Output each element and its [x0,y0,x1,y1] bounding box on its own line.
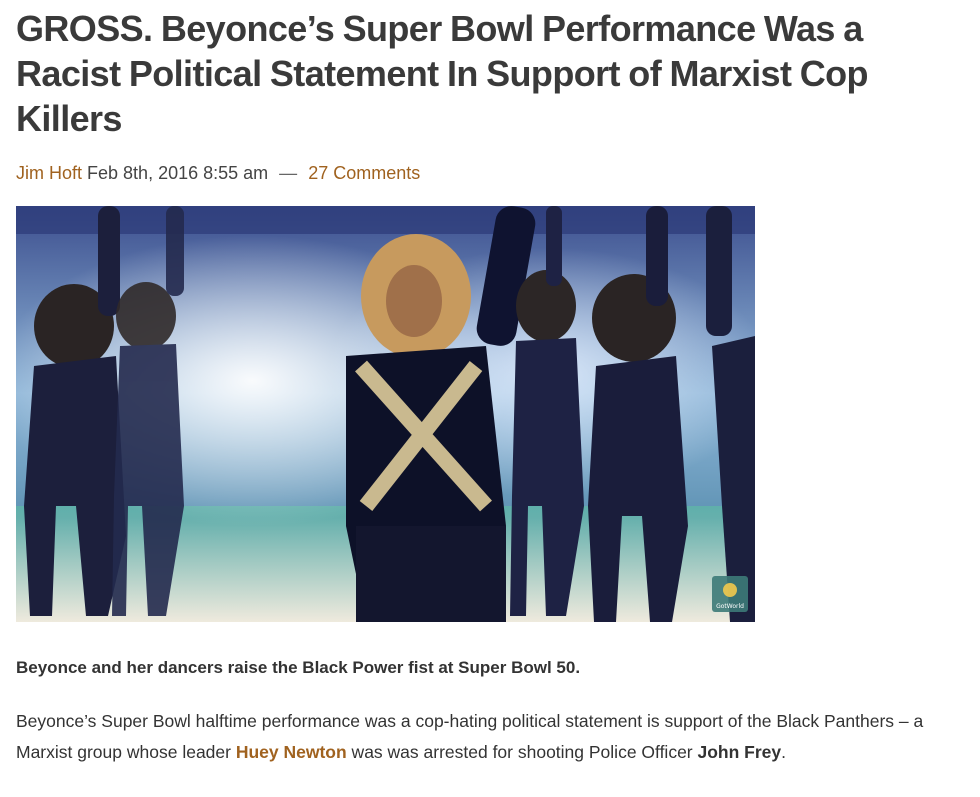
author-link[interactable]: Jim Hoft [16,163,82,183]
officer-name: John Frey [697,742,782,762]
article-title: GROSS. Beyonce’s Super Bowl Performance … [16,8,869,139]
featured-image: GotWorld [16,206,755,622]
post-date: Feb 8th, 2016 8:55 am [87,163,269,183]
article-meta: Jim Hoft Feb 8th, 2016 8:55 am — 27 Comm… [16,161,971,185]
huey-newton-link[interactable]: Huey Newton [236,742,347,762]
comments-link[interactable]: 27 Comments [308,163,420,183]
article-paragraph: Beyonce’s Super Bowl halftime performanc… [16,706,966,768]
image-caption: Beyonce and her dancers raise the Black … [16,658,581,677]
meta-separator: — [279,163,298,183]
image-watermark: GotWorld [716,603,744,610]
paragraph-text-3: . [781,742,787,762]
paragraph-text-2: was was arrested for shooting Police Off… [346,742,698,762]
article: GROSS. Beyonce’s Super Bowl Performance … [16,0,971,762]
